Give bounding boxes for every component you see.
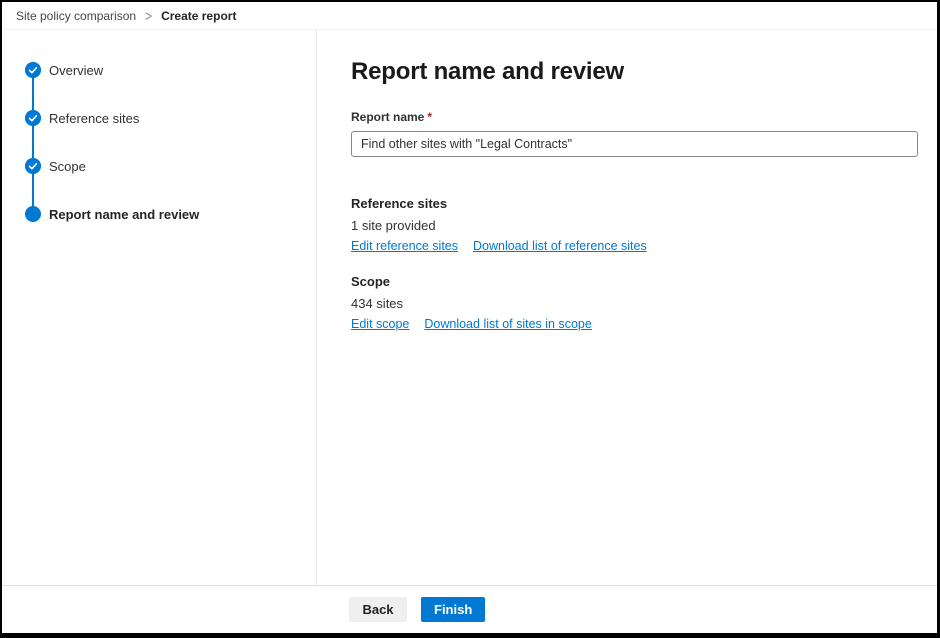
stepper-step-label: Reference sites	[49, 111, 139, 126]
report-name-label-text: Report name	[351, 110, 424, 124]
scope-summary: 434 sites	[351, 296, 918, 311]
finish-button[interactable]: Finish	[421, 597, 485, 622]
chevron-right-icon: >	[145, 7, 152, 25]
main-content: Report name and review Report name* Refe…	[317, 30, 937, 585]
report-name-label: Report name*	[351, 110, 918, 124]
reference-sites-section-title: Reference sites	[351, 196, 918, 211]
breadcrumb: Site policy comparison > Create report	[2, 2, 937, 30]
download-sites-in-scope-link[interactable]: Download list of sites in scope	[424, 317, 591, 331]
back-button[interactable]: Back	[349, 597, 407, 622]
wizard-body: Overview Reference sites Scope Report na…	[2, 30, 937, 585]
wizard-stepper-sidebar: Overview Reference sites Scope Report na…	[2, 30, 317, 585]
reference-sites-summary: 1 site provided	[351, 218, 918, 233]
report-name-input[interactable]	[351, 131, 918, 157]
stepper-step-label: Overview	[49, 63, 103, 78]
completed-check-icon	[25, 158, 41, 174]
create-report-wizard-window: Site policy comparison > Create report O…	[0, 0, 940, 638]
stepper-connector-line	[32, 70, 34, 213]
reference-sites-links: Edit reference sites Download list of re…	[351, 239, 918, 253]
scope-section-title: Scope	[351, 274, 918, 289]
stepper-step-overview[interactable]: Overview	[25, 62, 316, 78]
stepper-step-label: Report name and review	[49, 207, 199, 222]
scope-links: Edit scope Download list of sites in sco…	[351, 317, 918, 331]
download-reference-sites-link[interactable]: Download list of reference sites	[473, 239, 647, 253]
page-title: Report name and review	[351, 58, 918, 86]
stepper-step-report-name-and-review[interactable]: Report name and review	[25, 206, 316, 222]
stepper-step-label: Scope	[49, 159, 86, 174]
scope-section: Scope 434 sites Edit scope Download list…	[351, 274, 918, 331]
reference-sites-section: Reference sites 1 site provided Edit ref…	[351, 196, 918, 253]
stepper-step-reference-sites[interactable]: Reference sites	[25, 110, 316, 126]
wizard-footer: Back Finish	[2, 585, 937, 633]
completed-check-icon	[25, 110, 41, 126]
required-asterisk: *	[424, 110, 432, 124]
edit-scope-link[interactable]: Edit scope	[351, 317, 409, 331]
breadcrumb-create-report: Create report	[161, 9, 236, 23]
completed-check-icon	[25, 62, 41, 78]
breadcrumb-site-policy-comparison[interactable]: Site policy comparison	[16, 9, 136, 23]
edit-reference-sites-link[interactable]: Edit reference sites	[351, 239, 458, 253]
current-step-dot-icon	[25, 206, 41, 222]
stepper-step-scope[interactable]: Scope	[25, 158, 316, 174]
